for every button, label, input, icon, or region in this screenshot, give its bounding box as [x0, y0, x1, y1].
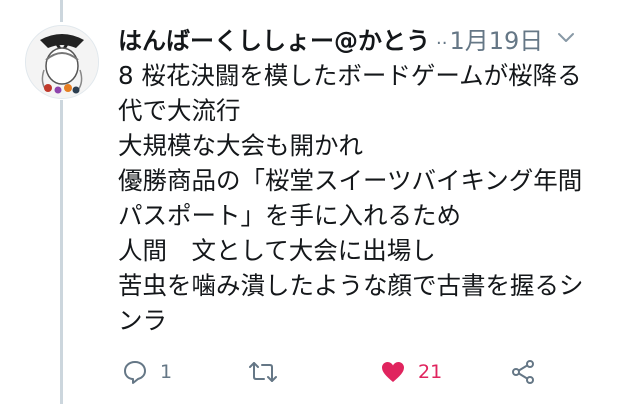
chevron-down-icon[interactable] [555, 27, 577, 49]
tweet-body: 8 桜花決闘を模したボードゲームが桜降る 代で大流行 大規模な大会も開かれ 優勝… [118, 58, 624, 338]
retweet-icon [249, 362, 277, 382]
tweet-line: 8 桜花決闘を模したボードゲームが桜降る [118, 61, 582, 90]
tweet-line: ンラ [118, 306, 167, 335]
share-icon [512, 360, 534, 384]
reply-icon [124, 361, 146, 384]
tweet: はんばーくししょー@かとう .. 1月19日 8 桜花決闘を模したボードゲームが… [118, 20, 624, 338]
tweet-actions: 1 21 [118, 356, 538, 388]
like-count: 21 [418, 361, 443, 383]
truncation-dots: .. [436, 27, 448, 49]
tweet-header: はんばーくししょー@かとう .. 1月19日 [118, 20, 624, 56]
tweet-line: 優勝商品の「桜堂スイーツバイキング年間 [118, 166, 583, 195]
avatar-illustration [26, 26, 98, 98]
reply-count: 1 [160, 361, 173, 383]
tweet-line: 大規模な大会も開かれ [118, 131, 363, 160]
tweet-line: 代で大流行 [118, 96, 241, 125]
retweet-button[interactable] [248, 356, 290, 388]
share-button[interactable] [510, 356, 536, 388]
timestamp[interactable]: 1月19日 [449, 21, 543, 56]
avatar[interactable] [25, 25, 99, 99]
reply-button[interactable]: 1 [122, 356, 172, 388]
thread-line-top [60, 0, 63, 22]
author-name[interactable]: はんばーくししょー@かとう [118, 21, 430, 56]
tweet-line: 人間 文として大会に出場し [118, 236, 436, 265]
like-button[interactable]: 21 [380, 356, 442, 388]
thread-line-bottom [60, 100, 63, 404]
heart-icon [382, 362, 404, 382]
tweet-line: パスポート」を手に入れるため [118, 201, 461, 230]
tweet-line: 苦虫を噛み潰したような顔で古書を握るシ [118, 271, 584, 300]
